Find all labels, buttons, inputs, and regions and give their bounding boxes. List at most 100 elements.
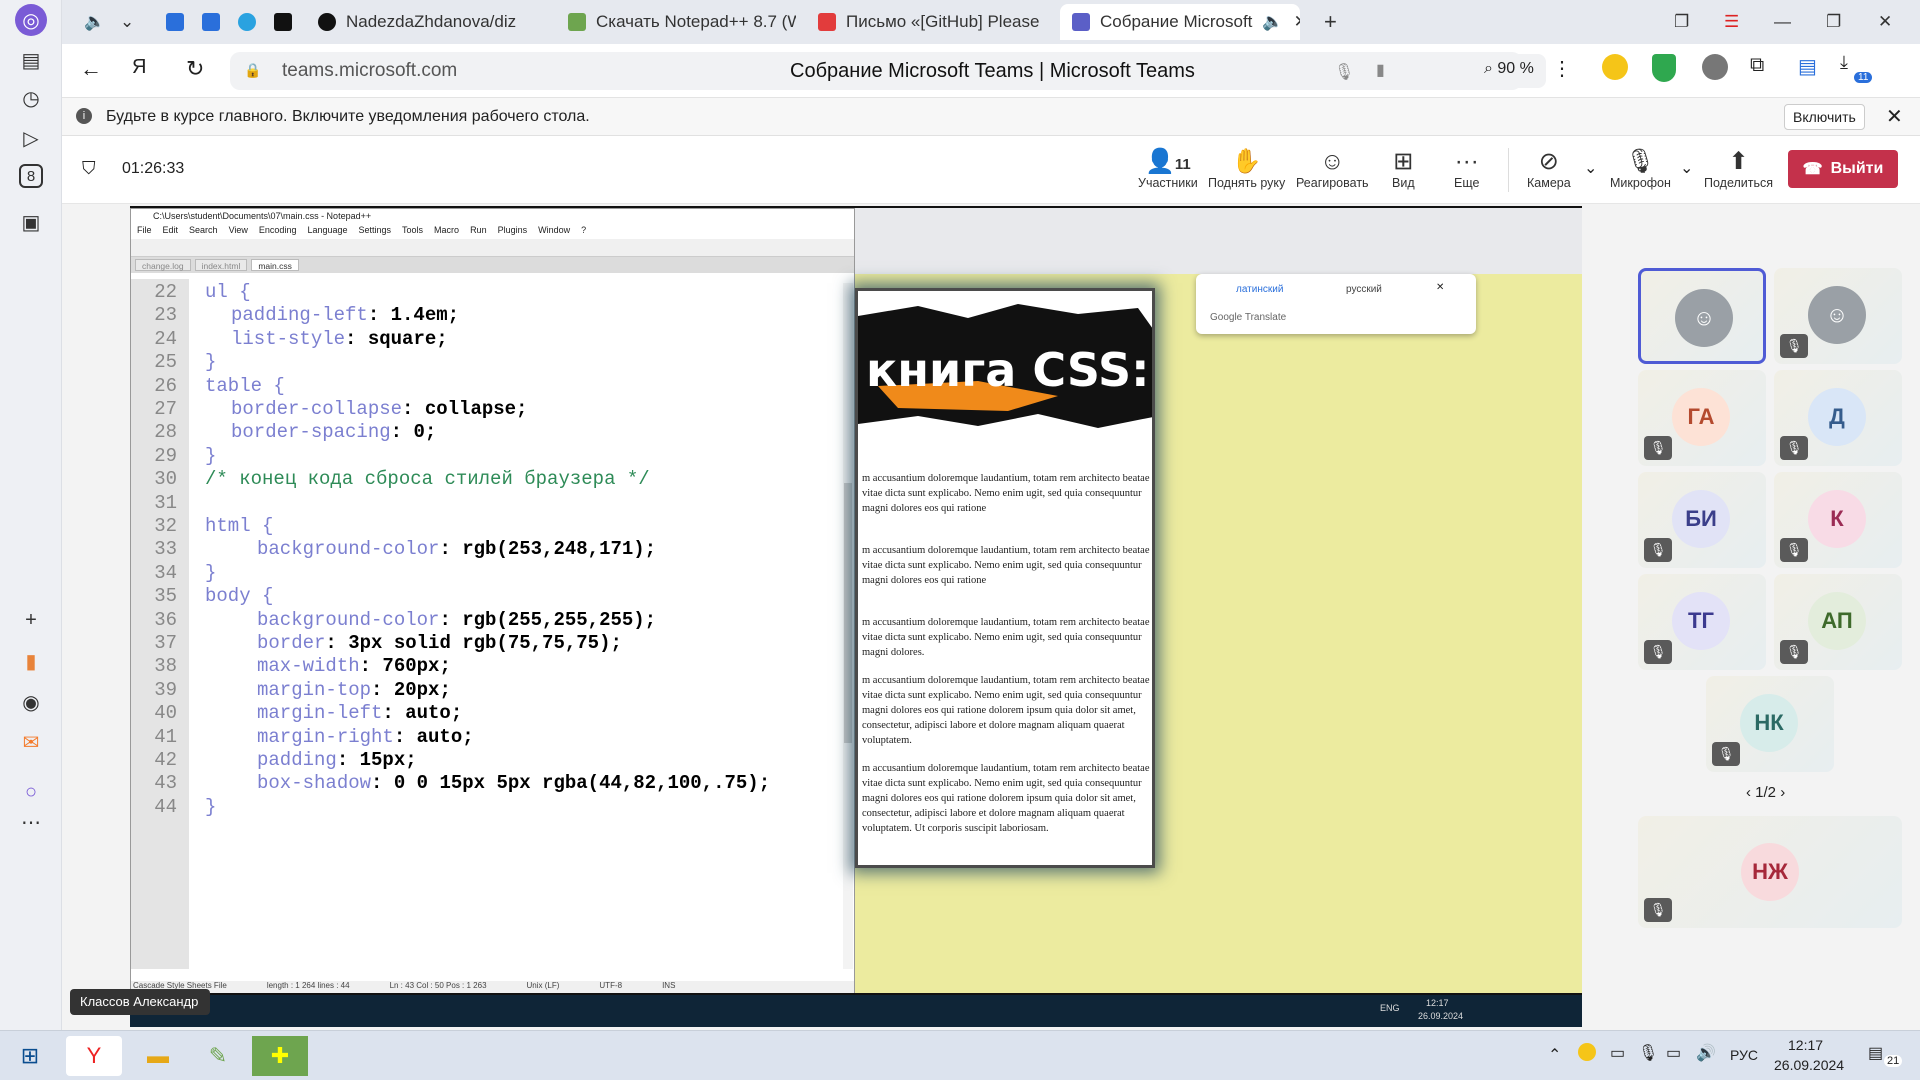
menu-item[interactable]: Settings	[359, 225, 392, 239]
menu-item[interactable]: Run	[470, 225, 487, 239]
participants-button[interactable]: 👤11 Участники	[1138, 148, 1198, 190]
menu-item[interactable]: File	[137, 225, 152, 239]
new-tab-button[interactable]: +	[1312, 4, 1348, 40]
pinned-messenger-icon[interactable]	[190, 4, 220, 40]
clock-date[interactable]: 26.09.2024	[1774, 1057, 1844, 1073]
pager-prev-icon[interactable]: ‹	[1746, 784, 1755, 801]
camera-options-chevron-icon[interactable]: ⌄	[1584, 158, 1597, 178]
meeting-app-icon[interactable]: ✚	[252, 1036, 308, 1076]
participant-tile[interactable]: ТГ 🎙	[1638, 574, 1766, 670]
restore-icon[interactable]: ❐	[1814, 4, 1850, 40]
extension-doc-icon[interactable]: ▤	[1798, 54, 1817, 79]
leave-button[interactable]: ☎ Выйти	[1788, 150, 1898, 188]
battery-icon[interactable]: ▭	[1666, 1043, 1681, 1063]
menu-item[interactable]: View	[229, 225, 248, 239]
tray-device-icon[interactable]: ▭	[1610, 1043, 1625, 1063]
translate-close-icon[interactable]: ✕	[1436, 282, 1444, 293]
participant-tile[interactable]: ГА 🎙	[1638, 370, 1766, 466]
notepad-tab-active[interactable]: main.css	[251, 259, 299, 271]
menu-item[interactable]: Encoding	[259, 225, 297, 239]
react-button[interactable]: ☺ Реагировать	[1296, 148, 1369, 190]
pinned-telegram-icon[interactable]	[226, 4, 256, 40]
participant-tile[interactable]: НЖ 🎙	[1638, 816, 1902, 928]
app-8-icon[interactable]: 8	[19, 164, 43, 188]
enable-notifications-button[interactable]: Включить	[1784, 104, 1865, 130]
notepadpp-icon[interactable]: ✎	[190, 1036, 246, 1076]
back-icon[interactable]: ←	[80, 56, 102, 82]
shield-icon[interactable]	[1652, 54, 1676, 82]
participant-tile[interactable]: К 🎙	[1774, 472, 1902, 568]
participant-tile[interactable]: НК 🎙	[1706, 676, 1834, 772]
notepad-tab[interactable]: index.html	[194, 259, 248, 271]
extension-cross-icon[interactable]	[1602, 54, 1628, 80]
music-icon[interactable]: ◉	[15, 686, 47, 718]
participant-tile[interactable]: БИ 🎙	[1638, 472, 1766, 568]
file-explorer-icon[interactable]: ▬	[130, 1036, 186, 1076]
code-editor[interactable]: 22 ul {23 padding-left: 1.4em; 24 list-style…	[131, 279, 841, 969]
url-field[interactable]: 🔒 teams.microsoft.com Собрание Microsoft…	[230, 52, 1522, 90]
tab-github[interactable]: NadezdaZhdanova/diz	[306, 4, 546, 40]
menu-item[interactable]: Language	[307, 225, 347, 239]
translate-tab-target[interactable]: русский	[1346, 284, 1382, 295]
tray-chevron-icon[interactable]: ⌃	[1548, 1045, 1561, 1065]
tab-close-icon[interactable]: ✕	[1294, 12, 1300, 32]
start-icon[interactable]: ⊞	[2, 1036, 58, 1076]
tray-mic-icon[interactable]: 🎙	[1638, 1043, 1658, 1063]
tab-teams[interactable]: Собрание Microsoft🔈✕	[1060, 4, 1300, 40]
editor-scrollbar[interactable]	[843, 283, 853, 969]
menu-item[interactable]: Edit	[163, 225, 179, 239]
video-icon[interactable]: ▷	[15, 122, 47, 154]
market-icon[interactable]: ▮	[15, 645, 47, 677]
camera-app-icon[interactable]: ▣	[15, 206, 47, 238]
close-notification-icon[interactable]: ✕	[1886, 104, 1903, 129]
yandex-browser-icon[interactable]: Y	[66, 1036, 122, 1076]
extension-circle-icon[interactable]	[1702, 54, 1728, 80]
menu-item[interactable]: Search	[189, 225, 218, 239]
voice-icon[interactable]: 🎙	[1334, 62, 1354, 82]
pinned-r-icon[interactable]	[262, 4, 292, 40]
more-options-icon[interactable]: ⋮	[1552, 56, 1572, 81]
camera-button[interactable]: ⊘ Камера	[1527, 148, 1571, 190]
participant-tile[interactable]: ☺	[1638, 268, 1766, 364]
mail-app-icon[interactable]: ✉	[15, 726, 47, 758]
add-icon[interactable]: +	[15, 604, 47, 636]
pinned-mail-icon[interactable]	[154, 4, 184, 40]
pager-next-icon[interactable]: ›	[1776, 784, 1785, 801]
participant-tile[interactable]: Д 🎙	[1774, 370, 1902, 466]
participant-tile[interactable]: АП 🎙	[1774, 574, 1902, 670]
tab-mail[interactable]: Письмо «[GitHub] Please	[806, 4, 1046, 40]
more-actions-button[interactable]: ··· Еще	[1454, 148, 1479, 190]
zoom-indicator[interactable]: ⌕ 90 %	[1472, 54, 1546, 88]
downloads-icon[interactable]: ⤓	[1840, 52, 1848, 73]
collections-icon[interactable]: ▤	[15, 44, 47, 76]
volume-icon[interactable]: 🔊	[1696, 1043, 1716, 1063]
bookmark-icon[interactable]: ▮	[1376, 60, 1385, 80]
bookmarks-icon[interactable]: ❐	[1662, 4, 1698, 40]
microphone-button[interactable]: 🎙 Микрофон	[1610, 148, 1671, 190]
participant-tile[interactable]: ☺ 🎙	[1774, 268, 1902, 364]
menu-item[interactable]: Plugins	[498, 225, 528, 239]
reload-icon[interactable]: ↻	[186, 56, 204, 82]
menu-item[interactable]: Window	[538, 225, 570, 239]
raise-hand-button[interactable]: ✋ Поднять руку	[1208, 148, 1285, 190]
share-button[interactable]: ⬆ Поделиться	[1704, 148, 1773, 190]
notification-center-icon[interactable]: ▤	[1868, 1043, 1883, 1063]
translate-tab-source[interactable]: латинский	[1236, 284, 1283, 295]
close-window-icon[interactable]: ✕	[1866, 4, 1902, 40]
alice-icon[interactable]: ○	[15, 776, 47, 808]
view-button[interactable]: ⊞ Вид	[1392, 148, 1415, 190]
tab-list-icon[interactable]: ⌄	[108, 4, 142, 40]
profile-icon[interactable]: ◎	[15, 4, 47, 36]
clock-time[interactable]: 12:17	[1788, 1037, 1823, 1053]
shield-meeting-icon[interactable]: ⛉	[82, 158, 96, 179]
notepad-toolbar[interactable]	[131, 239, 854, 257]
notepad-tab[interactable]: change.log	[135, 259, 191, 271]
mic-options-chevron-icon[interactable]: ⌄	[1680, 158, 1693, 178]
tab-notepad[interactable]: Скачать Notepad++ 8.7 (W	[556, 4, 796, 40]
history-icon[interactable]: ◷	[15, 82, 47, 114]
sound-icon[interactable]: 🔈	[72, 4, 106, 40]
puzzle-icon[interactable]: ⧉	[1750, 54, 1764, 77]
menu-item[interactable]: ?	[581, 225, 586, 239]
yandex-icon[interactable]: Я	[132, 56, 146, 79]
language-indicator[interactable]: РУС	[1730, 1047, 1758, 1063]
